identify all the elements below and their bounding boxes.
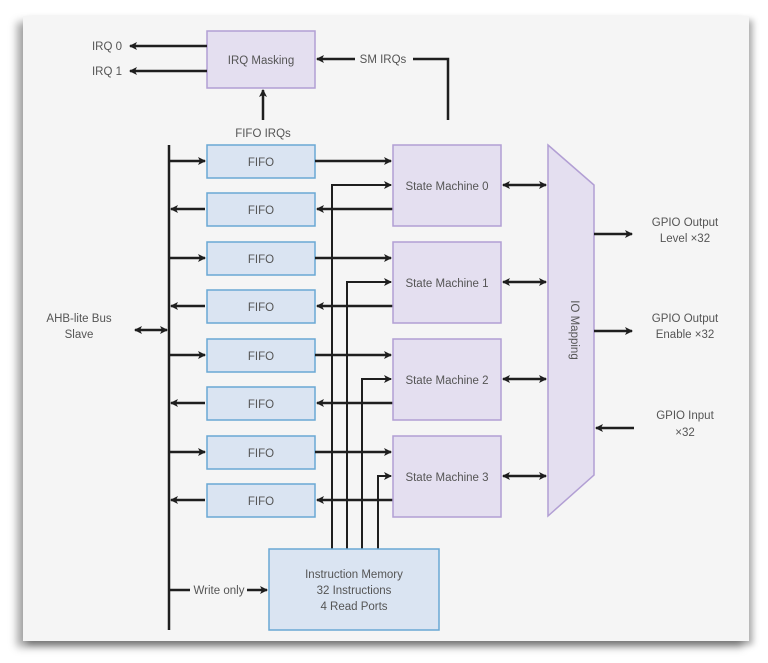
irq1-label: IRQ 1: [92, 66, 122, 78]
gpio-level-label-1: GPIO Output: [652, 217, 719, 229]
fifo-label: FIFO: [248, 302, 274, 314]
state-machine-label: State Machine 3: [405, 472, 488, 484]
sm-irqs-label: SM IRQs: [360, 54, 407, 66]
instruction-port-line: [346, 278, 392, 549]
fifo-label: FIFO: [248, 205, 274, 217]
fifo-label: FIFO: [248, 496, 274, 508]
bus-label-2: Slave: [65, 329, 94, 341]
write-only-label: Write only: [194, 585, 245, 597]
fifo-label: FIFO: [248, 157, 274, 169]
state-machine-label: State Machine 0: [405, 181, 488, 193]
gpio-input-label-2: ×32: [675, 427, 695, 439]
instruction-port-line: [377, 472, 392, 549]
gpio-enable-label-1: GPIO Output: [652, 313, 719, 325]
fifo-irqs-label: FIFO IRQs: [235, 128, 291, 140]
sm-irqs-line: [413, 57, 450, 120]
fifo-label: FIFO: [248, 351, 274, 363]
imem-line-2: 32 Instructions: [317, 585, 392, 597]
gpio-enable-label-2: Enable ×32: [656, 329, 715, 341]
imem-line-3: 4 Read Ports: [320, 601, 387, 613]
irq0-label: IRQ 0: [92, 41, 122, 53]
fifo-label: FIFO: [248, 448, 274, 460]
state-machine-label: State Machine 2: [405, 375, 488, 387]
state-machine-label: State Machine 1: [405, 278, 488, 290]
bus-label-1: AHB-lite Bus: [46, 313, 111, 325]
io-mapping-label: IO Mapping: [568, 300, 580, 359]
fifo-label: FIFO: [248, 399, 274, 411]
irq-masking-label: IRQ Masking: [228, 55, 294, 67]
pio-block-diagram: IRQ Masking IRQ 0 IRQ 1 SM IRQs FIFO IRQ…: [46, 30, 719, 631]
gpio-level-label-2: Level ×32: [660, 233, 710, 245]
gpio-input-label-1: GPIO Input: [656, 410, 714, 422]
imem-line-1: Instruction Memory: [305, 569, 403, 581]
fifo-label: FIFO: [248, 254, 274, 266]
instruction-port-line: [361, 375, 392, 549]
